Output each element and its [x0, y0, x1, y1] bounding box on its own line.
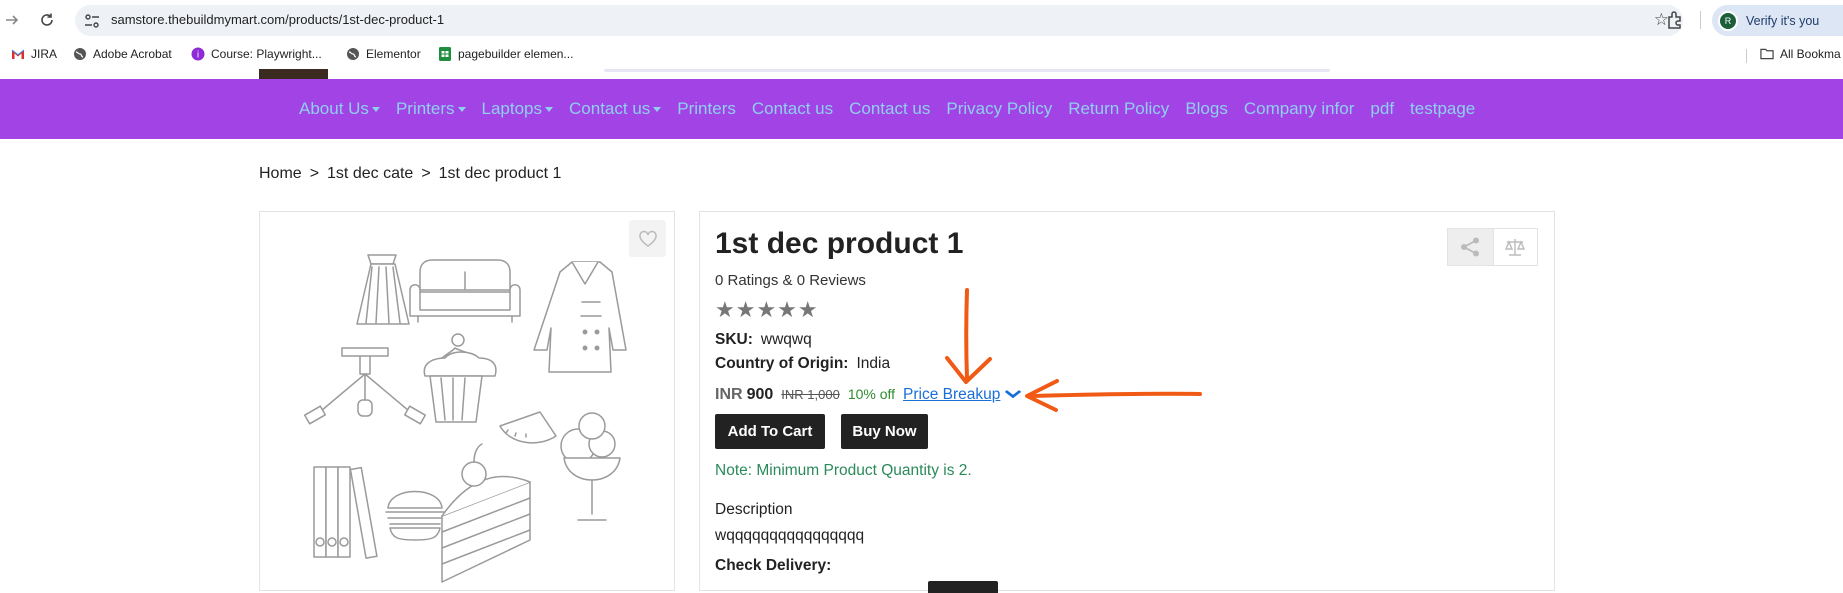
- profile-avatar: R: [1718, 10, 1738, 31]
- origin-row: Country of Origin: India: [715, 355, 890, 373]
- nav-item-company-info[interactable]: Company infor: [1244, 99, 1355, 119]
- breadcrumb-home[interactable]: Home: [259, 165, 302, 182]
- breadcrumb-separator: >: [421, 165, 431, 182]
- breadcrumb-separator: >: [309, 165, 320, 182]
- nav-item-printers[interactable]: Printers: [677, 99, 736, 119]
- rating-stars: ★★★★★: [715, 297, 819, 322]
- product-image-card: [259, 211, 675, 591]
- nav-item-pdf[interactable]: pdf: [1370, 99, 1394, 119]
- nav-item-privacy-policy[interactable]: Privacy Policy: [946, 99, 1052, 119]
- nav-list: About Us Printers Laptops Contact us Pri…: [299, 79, 1491, 139]
- balance-scale-icon: [1505, 239, 1526, 256]
- check-delivery-heading: Check Delivery:: [715, 557, 832, 574]
- bookmark-elementor[interactable]: Elementor: [346, 47, 421, 61]
- add-to-cart-button[interactable]: Add To Cart: [715, 414, 825, 449]
- bookmarks-bar: JIRA Adobe Acrobat i Course: Playwright.…: [0, 40, 1843, 69]
- bookmark-jira[interactable]: JIRA: [11, 47, 57, 61]
- caret-down-icon: [371, 106, 380, 112]
- browser-toolbar: samstore.thebuildmymart.com/products/1st…: [0, 0, 1843, 40]
- nav-item-printers-menu[interactable]: Printers: [396, 99, 466, 119]
- wishlist-button[interactable]: [629, 220, 666, 257]
- toolbar-divider: [1700, 11, 1701, 29]
- origin-label: Country of Origin:: [715, 355, 849, 372]
- profile-verify-chip[interactable]: R Verify it's you: [1712, 5, 1843, 36]
- globe-icon: [346, 47, 360, 61]
- nav-item-contact-us-2[interactable]: Contact us: [849, 99, 930, 119]
- forward-icon[interactable]: [0, 8, 24, 32]
- share-compare-group: [1447, 228, 1538, 266]
- svg-text:i: i: [197, 51, 200, 61]
- ratings-reviews[interactable]: 0 Ratings & 0 Reviews: [715, 272, 866, 289]
- breadcrumb-current: 1st dec product 1: [438, 165, 562, 182]
- minimum-quantity-note: Note: Minimum Product Quantity is 2.: [715, 462, 972, 479]
- breadcrumb-category[interactable]: 1st dec cate: [327, 165, 413, 182]
- share-icon: [1461, 237, 1480, 257]
- bookmark-adobe-acrobat[interactable]: Adobe Acrobat: [73, 47, 172, 61]
- site-settings-icon[interactable]: [83, 12, 101, 30]
- address-bar[interactable]: samstore.thebuildmymart.com/products/1st…: [75, 5, 1683, 36]
- price-row: INR 900 INR 1,000 10% off Price Breakup: [715, 386, 1022, 404]
- bookmark-course-playwright[interactable]: i Course: Playwright...: [191, 47, 322, 61]
- description-text: wqqqqqqqqqqqqqqqq: [715, 527, 865, 544]
- bookmarks-divider: [1746, 49, 1747, 63]
- buy-now-button[interactable]: Buy Now: [841, 414, 928, 449]
- main-navigation: About Us Printers Laptops Contact us Pri…: [0, 79, 1843, 139]
- caret-down-icon: [457, 106, 466, 112]
- sku-value: wwqwq: [760, 331, 812, 348]
- origin-value: India: [856, 355, 891, 372]
- price-current: 900: [746, 386, 774, 403]
- heart-icon: [638, 230, 657, 247]
- globe-icon: [73, 47, 87, 61]
- price-currency: INR: [715, 386, 743, 403]
- nav-item-blogs[interactable]: Blogs: [1185, 99, 1228, 119]
- nav-item-contact-us-menu[interactable]: Contact us: [569, 99, 662, 119]
- sku-row: SKU: wwqwq: [715, 331, 812, 349]
- nav-item-return-policy[interactable]: Return Policy: [1068, 99, 1169, 119]
- breadcrumb: Home >1st dec cate >1st dec product 1: [259, 165, 561, 183]
- nav-item-testpage[interactable]: testpage: [1410, 99, 1475, 119]
- reload-icon[interactable]: [35, 8, 59, 32]
- sku-label: SKU:: [715, 331, 753, 348]
- discount-badge: 10% off: [847, 386, 896, 402]
- chevron-down-icon[interactable]: [1004, 387, 1022, 402]
- product-title: 1st dec product 1: [715, 227, 964, 260]
- site-search-bar[interactable]: [604, 69, 1330, 72]
- nav-item-contact-us[interactable]: Contact us: [752, 99, 833, 119]
- verify-label: Verify it's you: [1746, 13, 1820, 28]
- price-breakup-link[interactable]: Price Breakup: [903, 386, 1000, 404]
- course-icon: i: [191, 47, 205, 61]
- bookmark-label: JIRA: [31, 47, 58, 61]
- nav-item-about-us[interactable]: About Us: [299, 99, 380, 119]
- caret-down-icon: [545, 106, 554, 112]
- compare-button[interactable]: [1492, 229, 1537, 265]
- bookmark-pagebuilder[interactable]: pagebuilder elemen...: [438, 47, 573, 61]
- caret-down-icon: [653, 106, 662, 112]
- bookmark-label: Elementor: [366, 47, 421, 61]
- folder-icon: [1760, 47, 1774, 61]
- all-bookmarks-label: All Bookma: [1780, 47, 1841, 61]
- sheets-icon: [438, 47, 452, 61]
- bookmark-label: Adobe Acrobat: [93, 47, 172, 61]
- check-delivery-button[interactable]: [928, 581, 998, 593]
- price-original: INR 1,000: [781, 387, 840, 402]
- all-bookmarks[interactable]: All Bookma: [1760, 47, 1841, 61]
- bookmark-label: Course: Playwright...: [211, 47, 322, 61]
- product-info-card: 1st dec product 1 0 Ratings & 0 Reviews …: [699, 211, 1555, 593]
- nav-item-laptops[interactable]: Laptops: [482, 99, 554, 119]
- product-illustration: [303, 254, 627, 583]
- gmail-icon: [11, 47, 25, 61]
- share-button[interactable]: [1448, 229, 1493, 265]
- bookmark-label: pagebuilder elemen...: [458, 47, 574, 61]
- url-text[interactable]: samstore.thebuildmymart.com/products/1st…: [111, 12, 444, 27]
- extensions-icon[interactable]: [1664, 8, 1688, 32]
- description-heading: Description: [715, 501, 793, 518]
